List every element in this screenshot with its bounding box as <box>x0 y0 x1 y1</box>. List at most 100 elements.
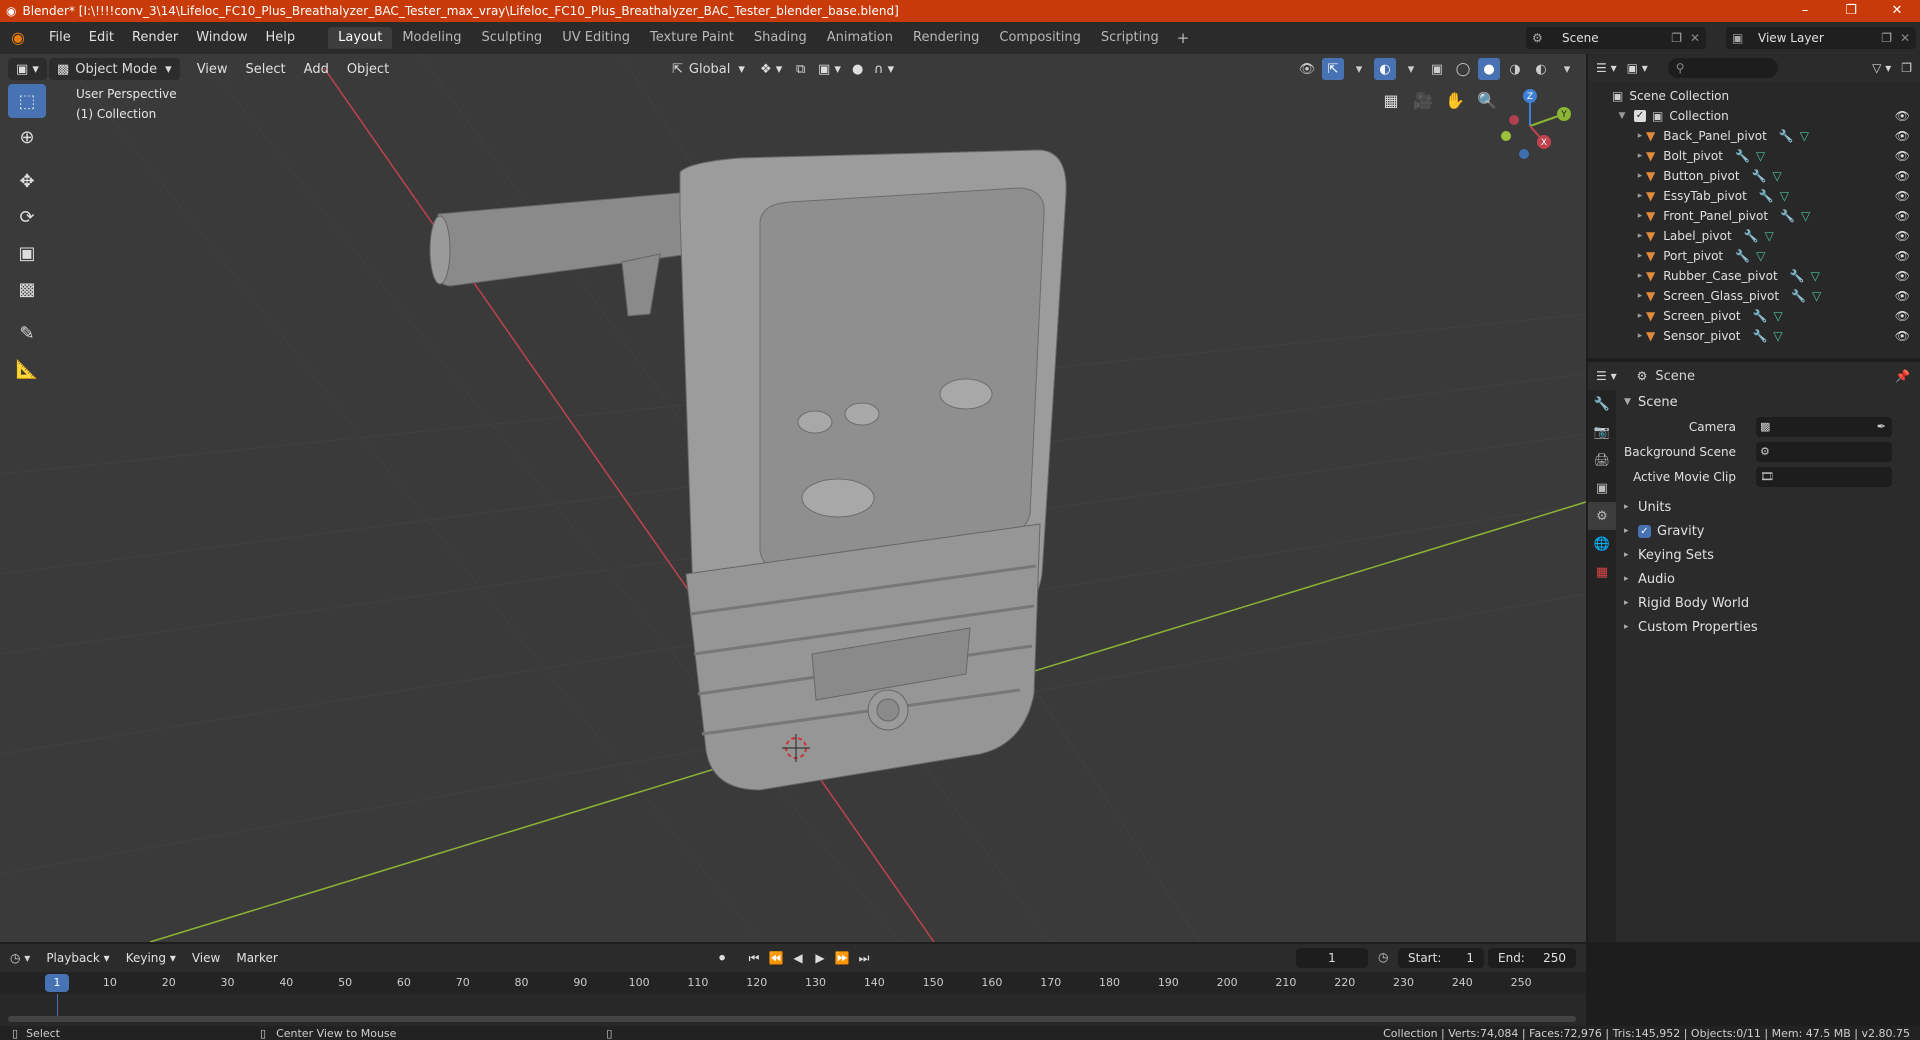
frame-ruler[interactable]: 1 10 20 30 40 50 60 70 80 90 100 110 120 130 140 150 16… <box>0 972 1586 994</box>
annotate-tool-icon[interactable]: ✎ <box>8 316 46 350</box>
maximize-button[interactable]: ❐ <box>1828 0 1874 22</box>
transform-tool-icon[interactable]: ▩ <box>8 272 46 306</box>
outliner-object-row[interactable]: ▸ ▼ Label_pivot 🔧 ▽ 👁 <box>1588 226 1920 246</box>
expand-icon[interactable]: ▸ <box>1634 251 1646 261</box>
menu-edit[interactable]: Edit <box>80 22 123 54</box>
add-workspace-button[interactable]: + <box>1169 27 1198 49</box>
expand-icon[interactable]: ▸ <box>1634 151 1646 161</box>
modifier-icon[interactable]: 🔧 <box>1780 209 1795 223</box>
material-shading-icon[interactable]: ◑ <box>1504 58 1526 80</box>
neg-z-axis-handle[interactable] <box>1519 149 1529 159</box>
timeline-editor-type-icon[interactable]: ◷ ▾ <box>10 951 30 965</box>
mesh-data-icon[interactable]: ▽ <box>1812 289 1821 303</box>
mesh-data-icon[interactable]: ▽ <box>1756 149 1765 163</box>
outliner-object-row[interactable]: ▸ ▼ Front_Panel_pivot 🔧 ▽ 👁 <box>1588 206 1920 226</box>
current-frame-field[interactable]: 1 <box>1296 948 1368 968</box>
modifier-icon[interactable]: 🔧 <box>1759 189 1774 203</box>
menu-render[interactable]: Render <box>123 22 187 54</box>
tab-modeling[interactable]: Modeling <box>392 27 471 49</box>
expand-icon[interactable]: ▸ <box>1634 231 1646 241</box>
expand-icon[interactable]: ▸ <box>1634 131 1646 141</box>
mesh-data-icon[interactable]: ▽ <box>1774 309 1783 323</box>
output-tab-icon[interactable]: 🖨 <box>1588 446 1616 474</box>
outliner-editor-type-icon[interactable]: ☰ ▾ <box>1596 61 1617 75</box>
view-layer-tab-icon[interactable]: ▣ <box>1588 474 1616 502</box>
select-box-tool-icon[interactable]: ⬚ <box>8 84 46 118</box>
collection-checkbox[interactable]: ✓ <box>1634 110 1646 122</box>
gravity-panel-header[interactable]: ▸ ✓ Gravity <box>1616 519 1920 543</box>
chevron-down-icon[interactable]: ▾ <box>1348 58 1370 80</box>
new-scene-icon[interactable]: ❐ <box>1671 31 1682 45</box>
outliner-search-input[interactable]: ⚲ <box>1667 58 1778 78</box>
neg-y-axis-handle[interactable] <box>1501 131 1511 141</box>
eye-icon[interactable]: 👁 <box>1895 329 1910 343</box>
mesh-data-icon[interactable]: ▽ <box>1756 249 1765 263</box>
outliner-object-row[interactable]: ▸ ▼ Sensor_pivot 🔧 ▽ 👁 <box>1588 326 1920 346</box>
outliner-object-row[interactable]: ▸ ▼ Port_pivot 🔧 ▽ 👁 <box>1588 246 1920 266</box>
eye-icon[interactable]: 👁 <box>1895 129 1910 143</box>
render-tab-icon[interactable]: 📷 <box>1588 418 1616 446</box>
gizmo-toggle-icon[interactable]: ⇱ <box>1322 58 1344 80</box>
expand-collection-icon[interactable]: ▼ <box>1616 111 1628 121</box>
scene-section-header[interactable]: ▼ Scene <box>1616 390 1920 414</box>
expand-icon[interactable]: ▸ <box>1634 331 1646 341</box>
expand-icon[interactable]: ▸ <box>1634 171 1646 181</box>
modifier-icon[interactable]: 🔧 <box>1790 269 1805 283</box>
wireframe-shading-icon[interactable]: ◯ <box>1452 58 1474 80</box>
custom-properties-panel-header[interactable]: ▸ Custom Properties <box>1616 615 1920 639</box>
world-tab-icon[interactable]: 🌐 <box>1588 530 1616 558</box>
eye-icon[interactable]: 👁 <box>1895 189 1910 203</box>
current-frame-indicator[interactable]: 1 <box>45 974 69 992</box>
outliner-object-row[interactable]: ▸ ▼ Screen_Glass_pivot 🔧 ▽ 👁 <box>1588 286 1920 306</box>
rotate-tool-icon[interactable]: ⟳ <box>8 200 46 234</box>
background-scene-field[interactable]: ⚙ <box>1756 441 1892 462</box>
keying-sets-panel-header[interactable]: ▸ Keying Sets <box>1616 543 1920 567</box>
move-tool-icon[interactable]: ✥ <box>8 164 46 198</box>
modifier-icon[interactable]: 🔧 <box>1744 229 1759 243</box>
outliner-object-row[interactable]: ▸ ▼ Screen_pivot 🔧 ▽ 👁 <box>1588 306 1920 326</box>
chevron-down-icon[interactable]: ▾ <box>1556 58 1578 80</box>
visibility-icon[interactable]: 👁 <box>1296 58 1318 80</box>
jump-to-keyframe-prev-icon[interactable]: ⏪ <box>766 948 786 968</box>
blender-menu-icon[interactable]: ◉ <box>8 28 28 48</box>
modifier-icon[interactable]: 🔧 <box>1752 329 1767 343</box>
tab-shading[interactable]: Shading <box>744 27 817 49</box>
mode-dropdown[interactable]: ▩ Object Mode ▾ <box>48 58 180 80</box>
record-icon[interactable]: ⚫ <box>712 948 732 968</box>
falloff-button[interactable]: ∩ ▾ <box>866 58 902 80</box>
outliner-object-row[interactable]: ▸ ▼ Button_pivot 🔧 ▽ 👁 <box>1588 166 1920 186</box>
play-reverse-icon[interactable]: ◀ <box>788 948 808 968</box>
tab-sculpting[interactable]: Sculpting <box>471 27 552 49</box>
neg-x-axis-handle[interactable] <box>1509 115 1519 125</box>
camera-view-icon[interactable]: 🎥 <box>1409 86 1437 114</box>
timeline-body[interactable] <box>0 994 1586 1026</box>
mesh-data-icon[interactable]: ▽ <box>1811 269 1820 283</box>
jump-to-keyframe-next-icon[interactable]: ⏩ <box>832 948 852 968</box>
tab-compositing[interactable]: Compositing <box>989 27 1091 49</box>
timeline-view-menu[interactable]: View <box>184 951 228 965</box>
playback-menu[interactable]: Playback ▾ <box>38 951 117 965</box>
tab-scripting[interactable]: Scripting <box>1091 27 1169 49</box>
menu-help[interactable]: Help <box>257 22 305 54</box>
scene-collection-row[interactable]: ▣ Scene Collection <box>1588 86 1920 106</box>
new-collection-icon[interactable]: ❐ <box>1901 61 1912 75</box>
delete-scene-icon[interactable]: ✕ <box>1690 31 1700 45</box>
3d-viewport[interactable]: ▣ ▾ ▩ Object Mode ▾ View Select Add Obje… <box>0 54 1586 942</box>
display-mode-icon[interactable]: ▣ ▾ <box>1627 61 1648 75</box>
eye-icon[interactable]: 👁 <box>1895 269 1910 283</box>
eye-icon[interactable]: 👁 <box>1895 169 1910 183</box>
rigid-body-world-panel-header[interactable]: ▸ Rigid Body World <box>1616 591 1920 615</box>
expand-icon[interactable]: ▸ <box>1634 211 1646 221</box>
eye-icon[interactable]: 👁 <box>1895 109 1910 123</box>
tab-texture-paint[interactable]: Texture Paint <box>640 27 744 49</box>
gravity-checkbox[interactable]: ✓ <box>1638 524 1651 538</box>
cursor-tool-icon[interactable]: ⊕ <box>8 120 46 154</box>
eye-icon[interactable]: 👁 <box>1895 249 1910 263</box>
pivot-point-button[interactable]: ❖ ▾ <box>752 58 790 80</box>
texture-tab-icon[interactable]: ▦ <box>1588 558 1616 586</box>
outliner-object-row[interactable]: ▸ ▼ Back_Panel_pivot 🔧 ▽ 👁 <box>1588 126 1920 146</box>
chevron-down-icon[interactable]: ▾ <box>1400 58 1422 80</box>
filter-icon[interactable]: ▽ ▾ <box>1872 61 1891 75</box>
clock-icon[interactable]: ◷ <box>1378 950 1388 964</box>
editor-type-button[interactable]: ▣ ▾ <box>8 58 47 80</box>
